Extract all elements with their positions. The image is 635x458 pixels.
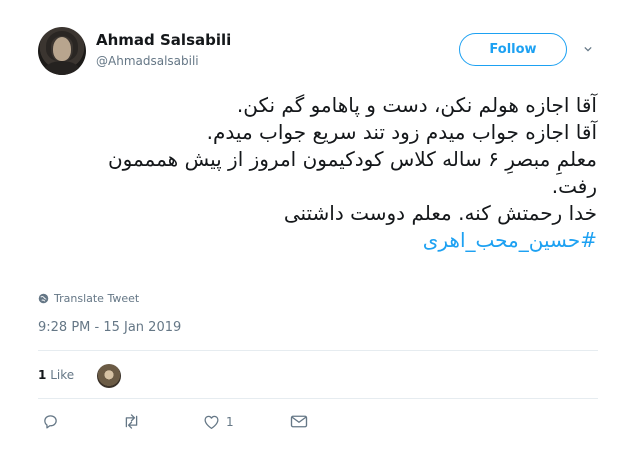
reply-icon — [44, 415, 57, 429]
follow-button[interactable]: Follow — [459, 33, 567, 66]
tweet-line: معلمِ مبصرِ ۶ ساله کلاس کودکیمون امروز ا… — [107, 147, 597, 171]
avatar-body — [44, 61, 80, 75]
like-button[interactable]: 1 — [203, 414, 234, 430]
chevron-down-icon[interactable] — [584, 45, 592, 53]
retweet-button[interactable] — [122, 413, 141, 430]
like-count: 1 — [226, 414, 234, 429]
avatar-face — [53, 37, 71, 61]
envelope-icon — [290, 415, 307, 428]
retweet-icon — [125, 414, 138, 429]
globe-icon — [38, 293, 49, 304]
likes-summary[interactable]: 1 Like — [38, 368, 74, 382]
direct-message-button[interactable] — [290, 414, 308, 429]
divider — [38, 350, 598, 351]
divider — [38, 398, 598, 399]
author-avatar[interactable] — [38, 27, 86, 75]
reply-button[interactable] — [42, 413, 59, 430]
author-handle[interactable]: @Ahmadsalsabili — [96, 54, 199, 68]
likes-label: Like — [50, 368, 75, 382]
translate-label: Translate Tweet — [54, 292, 140, 305]
tweet-actions: 1 — [38, 413, 308, 430]
tweet-timestamp[interactable]: 9:28 PM - 15 Jan 2019 — [38, 320, 181, 335]
tweet-line: آقا اجازه هولم نکن، دست و پاهامو گم نکن. — [236, 93, 597, 117]
tweet-line: خدا رحمتش کنه. معلم دوست داشتنی — [283, 201, 597, 225]
heart-icon — [204, 415, 219, 429]
likes-count: 1 — [38, 368, 47, 382]
tweet-line: رفت. — [551, 174, 597, 198]
hashtag-link[interactable]: #حسین_محب_اهری — [37, 227, 597, 254]
tweet-text: آقا اجازه هولم نکن، دست و پاهامو گم نکن.… — [37, 92, 597, 254]
liker-avatar[interactable] — [97, 364, 121, 388]
author-name[interactable]: Ahmad Salsabili — [96, 31, 231, 49]
tweet-line: آقا اجازه جواب میدم زود تند سریع جواب می… — [206, 120, 597, 144]
translate-tweet-link[interactable]: Translate Tweet — [38, 292, 139, 305]
